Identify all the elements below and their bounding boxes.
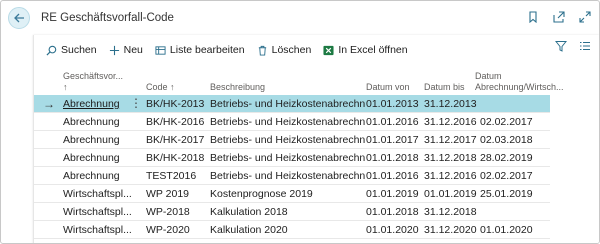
more-options-icon[interactable]: ⋮ bbox=[130, 96, 142, 110]
column-header-geschaeftsvorfall[interactable]: Geschäftsvor... ↑ bbox=[63, 71, 123, 93]
column-header-datum-abrechnung[interactable]: Datum Abrechnung/Wirtsch... bbox=[475, 71, 564, 93]
cell-datum-von: 01.01.2018 bbox=[366, 152, 419, 164]
cell-code: BK/HK-2013 bbox=[146, 98, 205, 110]
cell-code: BK/HK-2016 bbox=[146, 116, 205, 128]
cell-datum-bis: 01.01.2019 bbox=[424, 188, 477, 200]
cell-geschaeftsvorfall: Wirtschaftspl... bbox=[63, 224, 132, 236]
column-header-code[interactable]: Code ↑ bbox=[146, 82, 175, 93]
open-in-excel-button[interactable]: In Excel öffnen bbox=[323, 44, 408, 56]
page-frame: RE Geschäftsvorfall-Code Suchen Neu List… bbox=[0, 0, 600, 244]
cell-datum-abrechnung: 25.01.2019 bbox=[480, 188, 533, 200]
cell-code: BK/HK-2018 bbox=[146, 152, 205, 164]
delete-button[interactable]: Löschen bbox=[257, 44, 312, 56]
table-row[interactable]: → Abrechnung ⋮ BK/HK-2013 Betriebs- und … bbox=[34, 95, 550, 113]
cell-beschreibung: Betriebs- und Heizkostenabrechnung... bbox=[210, 98, 365, 110]
cell-datum-von: 01.01.2013 bbox=[366, 98, 419, 110]
page-title: RE Geschäftsvorfall-Code bbox=[41, 12, 174, 24]
filter-icon[interactable] bbox=[555, 40, 567, 52]
cell-datum-von: 01.01.2020 bbox=[366, 224, 419, 236]
table-row[interactable]: Wirtschaftspl... WP-2018 Kalkulation 201… bbox=[34, 203, 550, 221]
cell-datum-abrechnung: 02.03.2018 bbox=[480, 134, 533, 146]
cell-beschreibung: Betriebs- und Heizkostenabrechnung... bbox=[210, 152, 365, 164]
column-header-label: Abrechnung/Wirtsch... bbox=[475, 82, 564, 92]
column-header-datum-bis[interactable]: Datum bis bbox=[424, 82, 465, 93]
expand-icon[interactable] bbox=[579, 11, 591, 23]
cell-datum-bis: 31.12.2016 bbox=[424, 170, 477, 182]
list-view-icon[interactable] bbox=[579, 40, 591, 52]
edit-list-label: Liste bearbeiten bbox=[169, 44, 245, 56]
page-header: RE Geschäftsvorfall-Code bbox=[1, 1, 599, 35]
cell-datum-bis: 31.12.2020 bbox=[424, 224, 477, 236]
cell-datum-von: 01.01.2018 bbox=[366, 206, 419, 218]
cell-geschaeftsvorfall: Abrechnung bbox=[63, 152, 120, 164]
arrow-right-icon: → bbox=[43, 97, 55, 111]
cell-datum-von: 01.01.2017 bbox=[366, 134, 419, 146]
new-label: Neu bbox=[123, 44, 143, 56]
cell-geschaeftsvorfall: Abrechnung bbox=[63, 170, 120, 182]
arrow-left-icon bbox=[14, 13, 24, 23]
cell-datum-abrechnung: 28.02.2019 bbox=[480, 152, 533, 164]
cell-beschreibung: Betriebs- und Heizkostenabrechnung... bbox=[210, 116, 365, 128]
cell-code: TEST2016 bbox=[146, 170, 197, 182]
cell-datum-bis: 31.12.2017 bbox=[424, 134, 477, 146]
search-icon bbox=[46, 45, 57, 56]
delete-label: Löschen bbox=[271, 44, 312, 56]
cell-datum-abrechnung: 02.02.2017 bbox=[480, 116, 533, 128]
cell-datum-bis: 31.12.2016 bbox=[424, 116, 477, 128]
cell-beschreibung: Betriebs- und Heizkostenabrechnung... bbox=[210, 134, 365, 146]
cell-datum-bis: 31.12.2018 bbox=[424, 206, 477, 218]
table-row[interactable]: Wirtschaftspl... WP 2019 Kostenprognose … bbox=[34, 185, 550, 203]
column-header-beschreibung[interactable]: Beschreibung bbox=[210, 82, 265, 93]
excel-label: In Excel öffnen bbox=[338, 44, 408, 56]
search-button[interactable]: Suchen bbox=[46, 44, 97, 56]
cell-code: WP 2019 bbox=[146, 188, 189, 200]
column-header-label: Datum bbox=[475, 71, 502, 81]
bookmark-icon[interactable] bbox=[527, 11, 539, 24]
cell-geschaeftsvorfall: Abrechnung bbox=[63, 116, 120, 128]
cell-datum-von: 01.01.2016 bbox=[366, 170, 419, 182]
back-button[interactable] bbox=[8, 7, 30, 29]
cell-geschaeftsvorfall: Abrechnung bbox=[63, 134, 120, 146]
cell-code: BK/HK-2017 bbox=[146, 134, 205, 146]
cell-datum-von: 01.01.2019 bbox=[366, 188, 419, 200]
edit-list-button[interactable]: Liste bearbeiten bbox=[155, 44, 245, 56]
column-header-label: Geschäftsvor... bbox=[63, 71, 124, 81]
edit-list-icon bbox=[155, 45, 166, 55]
cell-geschaeftsvorfall: Wirtschaftspl... bbox=[63, 188, 132, 200]
table-row[interactable]: Abrechnung TEST2016 Betriebs- und Heizko… bbox=[34, 167, 550, 185]
table-row[interactable]: Abrechnung BK/HK-2017 Betriebs- und Heiz… bbox=[34, 131, 550, 149]
excel-icon bbox=[323, 45, 334, 55]
plus-icon bbox=[109, 45, 119, 55]
cell-beschreibung: Betriebs- und Heizkostenabrechnung... bbox=[210, 170, 365, 182]
cell-code: WP-2018 bbox=[146, 206, 190, 218]
cell-code: WP-2020 bbox=[146, 224, 190, 236]
table-row[interactable]: Wirtschaftspl... WP-2020 Kalkulation 202… bbox=[34, 221, 550, 239]
list-card: Suchen Neu Liste bearbeiten Löschen In E… bbox=[33, 35, 599, 243]
trash-icon bbox=[258, 45, 266, 56]
table-row[interactable]: Abrechnung BK/HK-2016 Betriebs- und Heiz… bbox=[34, 113, 550, 131]
table-row[interactable]: Abrechnung BK/HK-2018 Betriebs- und Heiz… bbox=[34, 149, 550, 167]
cell-beschreibung: Kostenprognose 2019 bbox=[210, 188, 313, 200]
cell-datum-abrechnung: 01.01.2020 bbox=[480, 224, 533, 236]
column-header-datum-von[interactable]: Datum von bbox=[366, 82, 410, 93]
cell-beschreibung: Kalkulation 2020 bbox=[210, 224, 288, 236]
cell-geschaeftsvorfall: Wirtschaftspl... bbox=[63, 206, 132, 218]
cell-datum-abrechnung: 02.02.2017 bbox=[480, 170, 533, 182]
cell-datum-von: 01.01.2016 bbox=[366, 116, 419, 128]
search-label: Suchen bbox=[61, 44, 97, 56]
share-icon[interactable] bbox=[553, 11, 565, 23]
sort-ascending-icon: ↑ bbox=[63, 82, 68, 92]
cell-beschreibung: Kalkulation 2018 bbox=[210, 206, 288, 218]
cell-datum-bis: 31.12.2013 bbox=[424, 98, 477, 110]
new-button[interactable]: Neu bbox=[109, 44, 143, 56]
cell-datum-bis: 31.12.2018 bbox=[424, 152, 477, 164]
action-bar: Suchen Neu Liste bearbeiten Löschen In E… bbox=[34, 39, 594, 61]
